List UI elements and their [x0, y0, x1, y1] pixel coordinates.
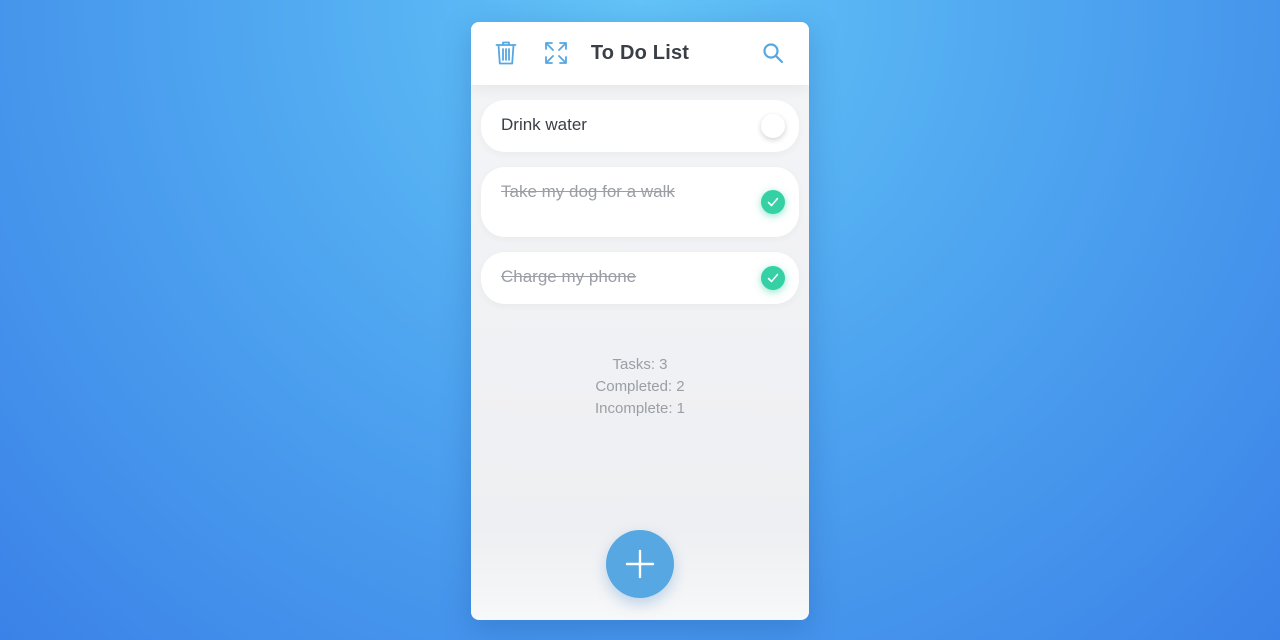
task-toggle-complete[interactable]	[761, 190, 785, 214]
app-header: To Do List	[471, 22, 809, 85]
todo-app-window: To Do List Drink water Take my dog for a…	[471, 22, 809, 620]
task-item[interactable]: Take my dog for a walk	[481, 167, 799, 237]
search-button[interactable]	[758, 38, 788, 68]
stat-incomplete: Incomplete: 1	[594, 400, 686, 417]
task-toggle-incomplete[interactable]	[761, 114, 785, 138]
add-task-button[interactable]	[606, 530, 674, 598]
task-item[interactable]: Charge my phone	[481, 252, 799, 304]
stat-total-tasks: Tasks: 3	[612, 356, 668, 373]
checkmark-icon	[767, 273, 779, 283]
stat-completed: Completed: 2	[595, 378, 685, 395]
search-icon	[763, 43, 784, 64]
checkmark-icon	[767, 197, 779, 207]
task-item[interactable]: Drink water	[481, 100, 799, 152]
task-toggle-complete[interactable]	[761, 266, 785, 290]
task-stats: Tasks: 3 Completed: 2 Incomplete: 1	[471, 354, 809, 420]
task-list: Drink water Take my dog for a walk Charg…	[481, 100, 799, 319]
plus-icon	[625, 549, 655, 579]
task-label: Charge my phone	[501, 267, 637, 286]
task-label: Drink water	[501, 115, 587, 134]
task-label: Take my dog for a walk	[501, 182, 675, 201]
